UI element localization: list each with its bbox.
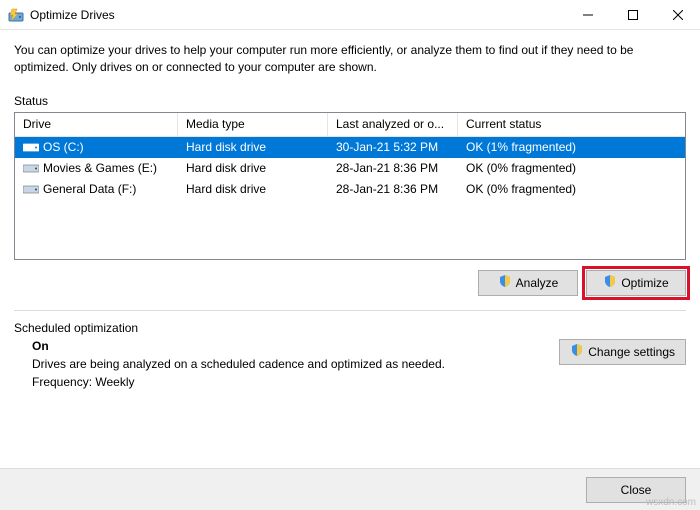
shield-icon xyxy=(603,274,617,291)
header-media[interactable]: Media type xyxy=(178,113,328,136)
last-analyzed: 30-Jan-21 5:32 PM xyxy=(328,137,458,158)
media-type: Hard disk drive xyxy=(178,158,328,179)
drive-name: Movies & Games (E:) xyxy=(43,161,157,175)
drive-icon xyxy=(23,183,39,195)
header-status[interactable]: Current status xyxy=(458,113,685,136)
table-row[interactable]: General Data (F:) Hard disk drive28-Jan-2… xyxy=(15,179,685,200)
analyze-button[interactable]: Analyze xyxy=(478,270,578,296)
table-row[interactable]: Movies & Games (E:) Hard disk drive28-Jan… xyxy=(15,158,685,179)
drive-icon xyxy=(23,162,39,174)
scheduled-state: On xyxy=(32,339,559,353)
media-type: Hard disk drive xyxy=(178,137,328,158)
change-settings-label: Change settings xyxy=(588,345,675,359)
media-type: Hard disk drive xyxy=(178,179,328,200)
intro-text: You can optimize your drives to help you… xyxy=(14,42,686,76)
scheduled-desc: Drives are being analyzed on a scheduled… xyxy=(32,357,559,371)
current-status: OK (0% fragmented) xyxy=(458,179,685,200)
shield-icon xyxy=(498,274,512,291)
last-analyzed: 28-Jan-21 8:36 PM xyxy=(328,158,458,179)
current-status: OK (0% fragmented) xyxy=(458,158,685,179)
close-button[interactable] xyxy=(655,0,700,30)
drive-icon xyxy=(23,141,39,153)
window-controls xyxy=(565,0,700,30)
maximize-button[interactable] xyxy=(610,0,655,30)
scheduled-freq: Frequency: Weekly xyxy=(32,375,559,389)
scheduled-heading: Scheduled optimization xyxy=(14,321,686,335)
table-row[interactable]: OS (C:) Hard disk drive30-Jan-21 5:32 PMO… xyxy=(15,137,685,158)
watermark: wsxdn.com xyxy=(646,497,696,508)
shield-icon xyxy=(570,343,584,360)
column-headers: Drive Media type Last analyzed or o... C… xyxy=(15,113,685,137)
last-analyzed: 28-Jan-21 8:36 PM xyxy=(328,179,458,200)
change-settings-button[interactable]: Change settings xyxy=(559,339,686,365)
header-last[interactable]: Last analyzed or o... xyxy=(328,113,458,136)
analyze-label: Analyze xyxy=(516,276,559,290)
footer: Close xyxy=(0,468,700,510)
titlebar: Optimize Drives xyxy=(0,0,700,30)
status-label: Status xyxy=(14,94,686,108)
drives-list: Drive Media type Last analyzed or o... C… xyxy=(14,112,686,260)
optimize-label: Optimize xyxy=(621,276,668,290)
drive-name: General Data (F:) xyxy=(43,182,136,196)
drive-optimize-icon xyxy=(8,7,24,23)
divider xyxy=(14,310,686,311)
close-label: Close xyxy=(621,483,652,497)
optimize-button[interactable]: Optimize xyxy=(586,270,686,296)
window-title: Optimize Drives xyxy=(30,8,115,22)
minimize-button[interactable] xyxy=(565,0,610,30)
current-status: OK (1% fragmented) xyxy=(458,137,685,158)
drive-name: OS (C:) xyxy=(43,140,84,154)
header-drive[interactable]: Drive xyxy=(15,113,178,136)
